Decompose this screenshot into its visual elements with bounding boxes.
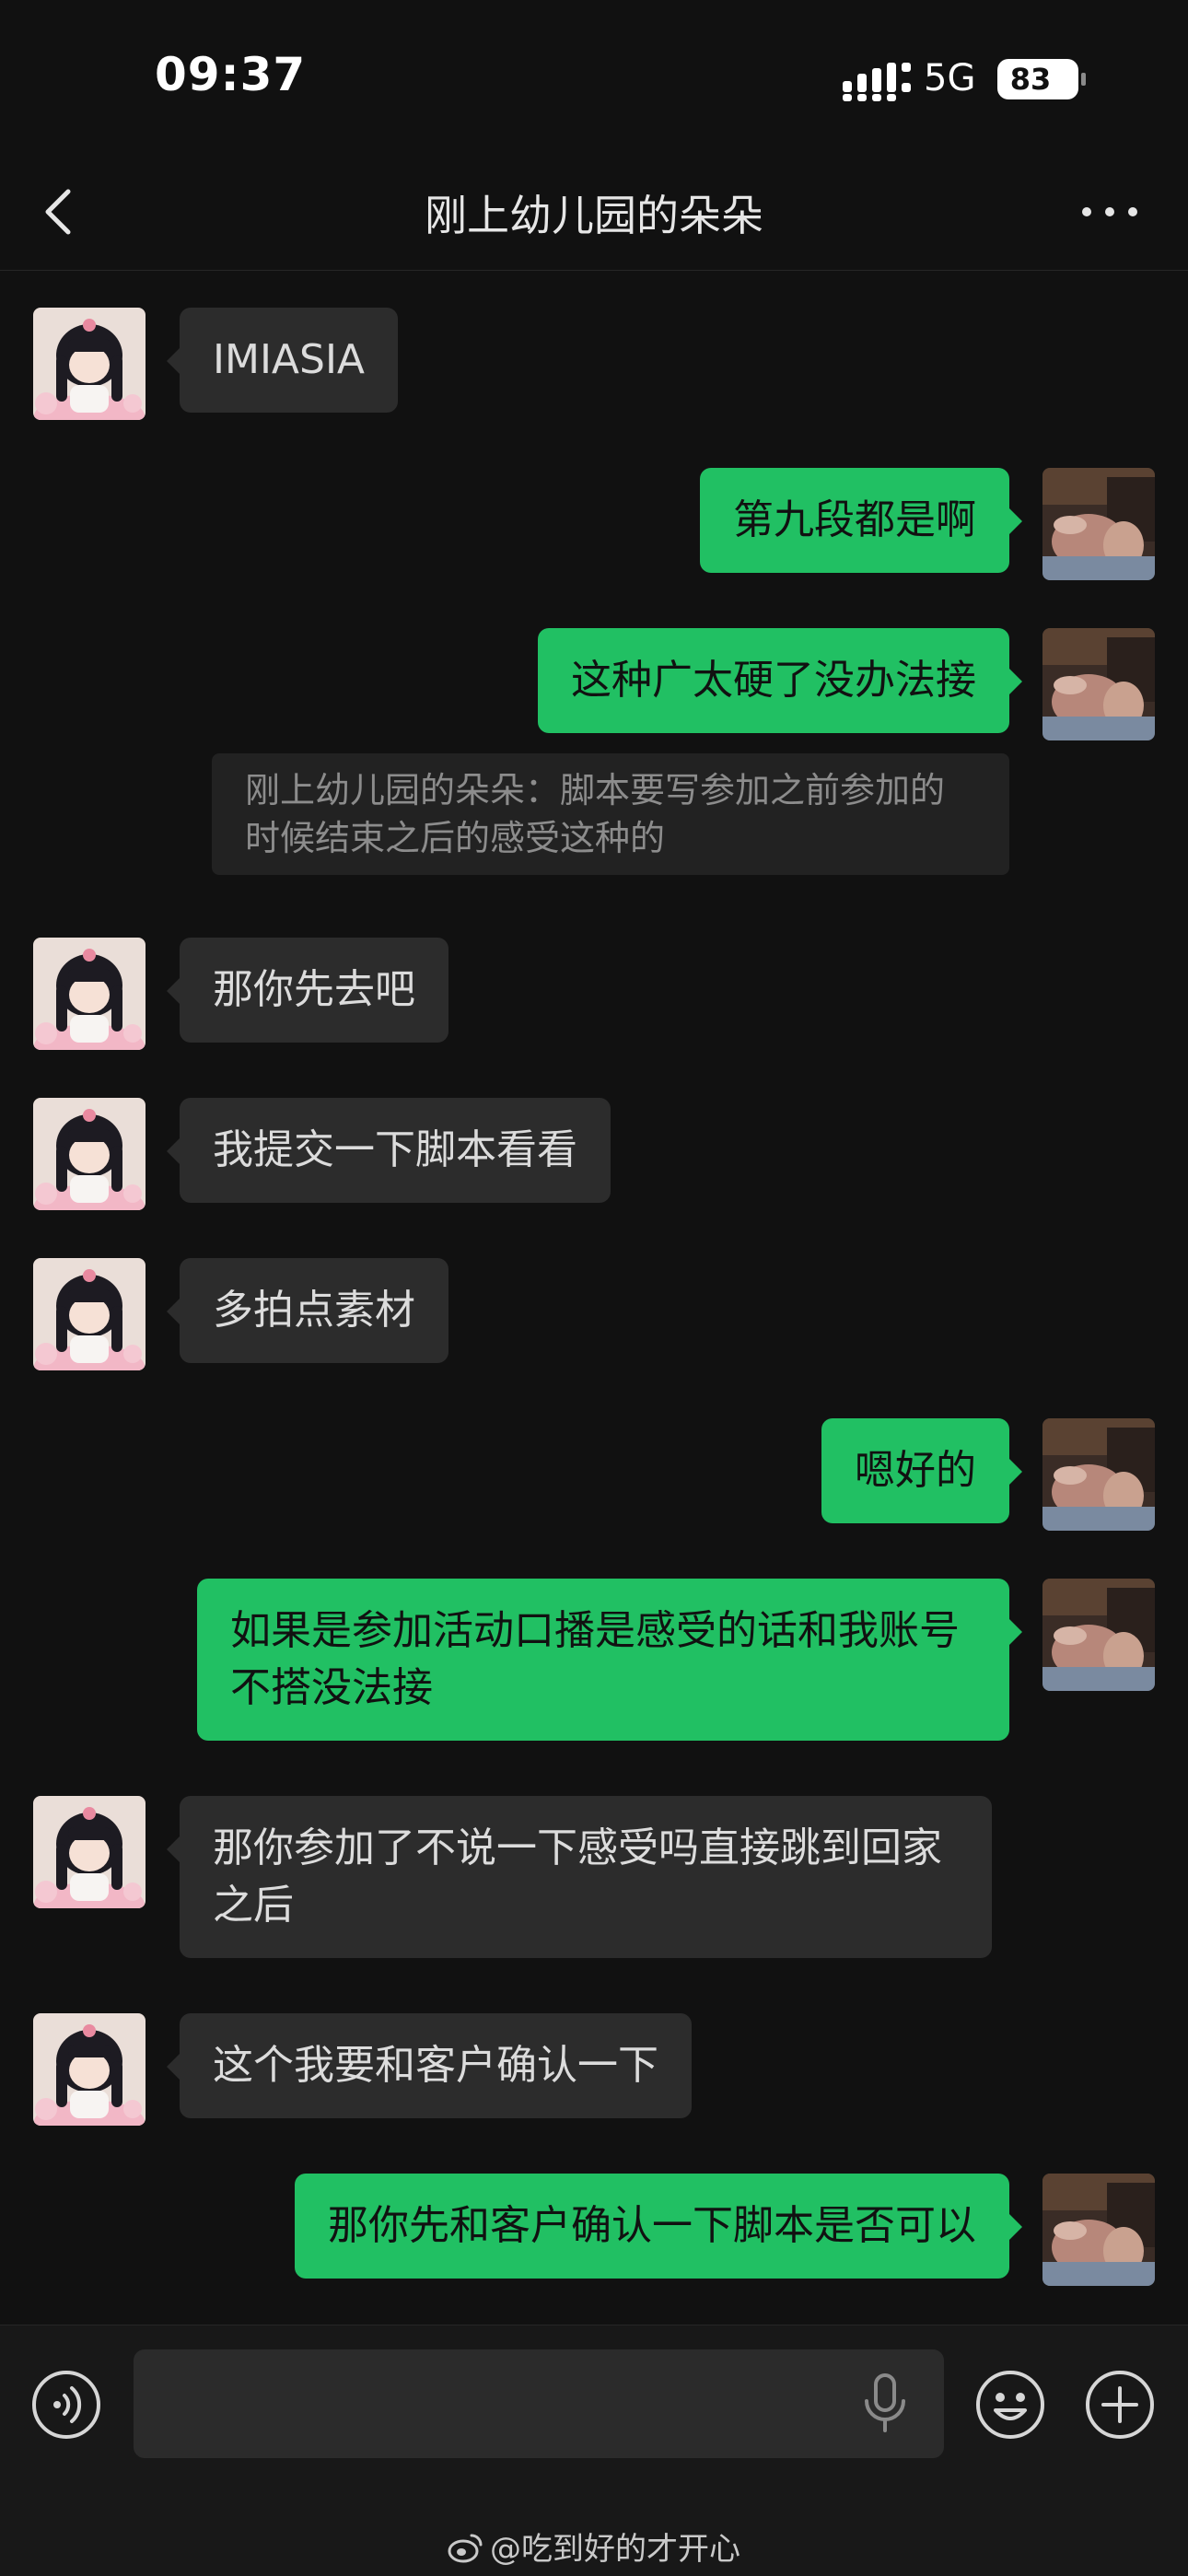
message-bubble-outgoing[interactable]: 嗯好的 [821,1418,1022,1523]
weibo-icon [448,2534,483,2563]
quoted-message[interactable]: 刚上幼儿园的朵朵：脚本要写参加之前参加的时候结束之后的感受这种的 [212,753,1009,875]
more-dots-icon[interactable] [1077,193,1142,230]
chat-title: 刚上幼儿园的朵朵 [425,191,763,240]
voice-icon[interactable] [31,2370,101,2440]
microphone-icon[interactable] [861,2372,909,2436]
message-bubble-outgoing[interactable]: 那你先和客户确认一下脚本是否可以 [295,2174,1022,2279]
message-bubble-incoming[interactable]: IMIASIA [166,308,399,413]
signal-strength-icon [843,63,911,101]
message-bubble-outgoing[interactable]: 如果是参加活动口播是感受的话和我账号不搭没法接 [197,1579,1022,1741]
chat-messages[interactable]: IMIASIA 第九段都是啊 这种广太硬了没办法接 刚上幼儿园的朵朵：脚本要写参… [0,271,1188,2325]
message-bubble-incoming[interactable]: 这个我要和客户确认一下 [167,2013,692,2118]
watermark-text: @吃到好的才开心 [490,2531,740,2568]
contact-avatar[interactable] [33,1258,146,1370]
message-bubble-outgoing[interactable]: 第九段都是啊 [700,468,1022,573]
chat-header: 刚上幼儿园的朵朵 [0,157,1188,271]
message-input[interactable] [134,2349,944,2458]
plus-icon[interactable] [1085,2370,1155,2440]
contact-avatar[interactable] [33,2013,146,2126]
contact-avatar[interactable] [33,1796,146,1908]
network-type: 5G [924,57,976,99]
my-avatar[interactable] [1042,2174,1155,2286]
contact-avatar[interactable] [33,308,146,420]
my-avatar[interactable] [1042,628,1155,740]
status-bar: 09:37 5G 83 [0,0,1188,157]
message-bubble-outgoing[interactable]: 这种广太硬了没办法接 [538,628,1022,733]
watermark: @吃到好的才开心 [0,2524,1188,2569]
message-bubble-incoming[interactable]: 多拍点素材 [167,1258,448,1363]
message-bubble-incoming[interactable]: 我提交一下脚本看看 [167,1098,611,1203]
battery-icon: 83 [997,59,1086,99]
message-bubble-incoming[interactable]: 那你参加了不说一下感受吗直接跳到回家之后 [167,1796,992,1958]
emoji-icon[interactable] [975,2370,1045,2440]
contact-avatar[interactable] [33,938,146,1050]
battery-level: 83 [1009,62,1052,97]
status-time: 09:37 [155,48,307,101]
my-avatar[interactable] [1042,1579,1155,1691]
my-avatar[interactable] [1042,1418,1155,1531]
my-avatar[interactable] [1042,468,1155,580]
contact-avatar[interactable] [33,1098,146,1210]
message-bubble-incoming[interactable]: 那你先去吧 [167,938,448,1043]
back-arrow-icon[interactable] [41,184,77,239]
